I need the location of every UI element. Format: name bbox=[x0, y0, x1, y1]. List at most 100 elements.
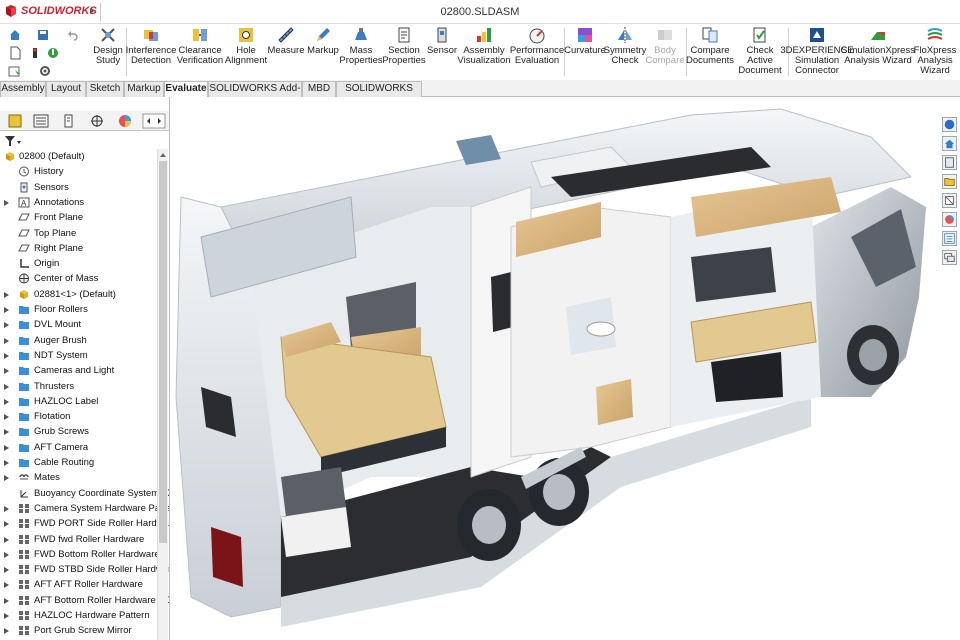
expand-arrow-icon[interactable] bbox=[4, 414, 9, 421]
tab-layout[interactable]: Layout bbox=[46, 81, 86, 97]
pattern-icon bbox=[19, 595, 29, 605]
body-compare-button[interactable]: Body Compare bbox=[645, 26, 685, 66]
symmetry-check-button[interactable]: Symmetry Check bbox=[604, 26, 646, 66]
tab-solidworks-cam[interactable]: SOLIDWORKS CAM bbox=[336, 81, 422, 108]
part-icon bbox=[20, 289, 28, 299]
pattern-icon bbox=[19, 565, 29, 575]
design-study-button[interactable]: Design Study bbox=[92, 26, 124, 66]
expand-arrow-icon[interactable] bbox=[4, 628, 9, 635]
compare-documents-button[interactable]: Compare Documents bbox=[686, 26, 734, 66]
interference-detection-button[interactable]: Interference Detection bbox=[125, 26, 177, 66]
expand-arrow-icon[interactable] bbox=[4, 291, 9, 298]
filter-row bbox=[0, 133, 169, 149]
hole-alignment-button[interactable]: Hole Alignment bbox=[225, 26, 267, 66]
featuremanager-tab-icon[interactable] bbox=[4, 113, 26, 129]
appearances-icon[interactable] bbox=[942, 212, 957, 227]
floxpress-button[interactable]: FloXpress Analysis Wizard bbox=[912, 26, 958, 76]
expand-arrow-icon[interactable] bbox=[4, 521, 9, 528]
interference-detection-label: Interference Detection bbox=[125, 45, 177, 66]
clearance-verification-button[interactable]: Clearance Verification bbox=[176, 26, 224, 66]
configurationmanager-tab-icon[interactable] bbox=[58, 113, 80, 129]
expand-arrow-icon[interactable] bbox=[4, 199, 9, 206]
measure-button[interactable]: Measure bbox=[268, 26, 304, 56]
markup-button[interactable]: Markup bbox=[306, 26, 340, 56]
save-icon[interactable] bbox=[36, 28, 50, 42]
design-study-icon bbox=[101, 28, 115, 42]
performance-evaluation-button[interactable]: Performance Evaluation bbox=[510, 26, 564, 66]
expand-arrow-icon[interactable] bbox=[4, 475, 9, 482]
solidworks-resources-icon[interactable] bbox=[942, 136, 957, 151]
tree-scrollbar[interactable] bbox=[157, 149, 168, 640]
expand-arrow-icon[interactable] bbox=[4, 352, 9, 359]
assembly-icon bbox=[6, 152, 14, 161]
annotations-icon: A bbox=[18, 197, 30, 208]
pane-tab-scroll-arrows-icon[interactable] bbox=[142, 113, 166, 129]
mass-properties-icon bbox=[355, 28, 367, 40]
expand-arrow-icon[interactable] bbox=[4, 536, 9, 543]
custom-properties-icon[interactable] bbox=[942, 231, 957, 246]
expand-arrow-icon[interactable] bbox=[4, 368, 9, 375]
expand-arrow-icon[interactable] bbox=[4, 307, 9, 313]
expand-arrow-icon[interactable] bbox=[4, 505, 9, 512]
select-icon[interactable] bbox=[8, 64, 22, 78]
compare-documents-icon bbox=[702, 27, 718, 43]
expand-arrow-icon[interactable] bbox=[4, 322, 9, 329]
solidworks-forum-icon[interactable] bbox=[942, 250, 957, 265]
expand-arrow-icon[interactable] bbox=[4, 444, 9, 451]
expand-arrow-icon[interactable] bbox=[4, 582, 9, 589]
displaymanager-tab-icon[interactable] bbox=[114, 113, 136, 129]
tab-mbd[interactable]: MBD bbox=[302, 81, 336, 97]
simulationxpress-button[interactable]: SimulationXpress Analysis Wizard bbox=[841, 26, 915, 66]
clearance-verification-label: Clearance Verification bbox=[176, 45, 224, 66]
floxpress-icon bbox=[927, 28, 943, 40]
tree-item-label: Mates bbox=[34, 472, 60, 484]
quick-access-toolbar bbox=[6, 26, 90, 80]
filter-icon[interactable] bbox=[4, 135, 22, 147]
3dexperience-icon bbox=[810, 28, 824, 42]
graphics-area[interactable] bbox=[171, 97, 960, 640]
file-explorer-icon[interactable] bbox=[942, 174, 957, 189]
tree-item-label: Port Grub Screw Mirror bbox=[34, 625, 132, 637]
propertymanager-tab-icon[interactable] bbox=[30, 113, 52, 129]
symmetry-icon bbox=[618, 27, 632, 43]
markup-label: Markup bbox=[307, 45, 339, 56]
tab-solidworks-add-ins[interactable]: SOLIDWORKS Add-Ins bbox=[208, 81, 302, 108]
expand-arrow-icon[interactable] bbox=[4, 460, 9, 466]
3dexperience-marketplace-icon[interactable] bbox=[942, 117, 957, 132]
options-gear-icon[interactable] bbox=[38, 64, 52, 78]
dimxpertmanager-tab-icon[interactable] bbox=[86, 113, 108, 129]
expand-arrow-icon[interactable] bbox=[4, 398, 9, 405]
tree-item-label: Buoyancy Coordinate System +X bbox=[34, 487, 170, 499]
mass-properties-button[interactable]: Mass Properties bbox=[339, 26, 383, 66]
expand-arrow-icon[interactable] bbox=[4, 613, 9, 619]
tab-sketch[interactable]: Sketch bbox=[86, 81, 124, 97]
tab-markup[interactable]: Markup bbox=[124, 81, 164, 97]
expand-arrow-icon[interactable] bbox=[4, 429, 9, 436]
scroll-up-arrow-icon[interactable] bbox=[159, 151, 167, 159]
sensor-button[interactable]: Sensor bbox=[427, 26, 457, 56]
view-palette-icon[interactable] bbox=[942, 193, 957, 208]
plane-icon bbox=[18, 213, 30, 221]
expand-arrow-icon[interactable] bbox=[4, 337, 9, 344]
tab-assembly[interactable]: Assembly bbox=[0, 81, 46, 97]
expand-arrow-icon[interactable] bbox=[4, 597, 9, 604]
tree-item-label: Right Plane bbox=[34, 242, 84, 254]
expand-arrow-icon[interactable] bbox=[4, 567, 9, 574]
expand-arrow-icon[interactable] bbox=[4, 551, 9, 558]
design-library-icon[interactable] bbox=[942, 155, 957, 170]
curvature-button[interactable]: Curvature bbox=[564, 26, 606, 56]
tree-scrollbar-thumb[interactable] bbox=[159, 161, 167, 543]
3dexperience-simulation-connector-button[interactable]: 3DEXPERIENCE Simulation Connector bbox=[780, 26, 854, 76]
home-icon[interactable] bbox=[8, 28, 22, 42]
check-active-document-button[interactable]: Check Active Document bbox=[734, 26, 786, 76]
tab-evaluate[interactable]: Evaluate bbox=[164, 81, 208, 98]
rebuild-icon[interactable] bbox=[46, 46, 60, 60]
expand-arrow-icon[interactable] bbox=[4, 383, 9, 390]
print-icon[interactable] bbox=[28, 46, 42, 60]
assembly-visualization-button[interactable]: Assembly Visualization bbox=[457, 26, 511, 66]
new-document-icon[interactable] bbox=[8, 46, 22, 60]
undo-icon[interactable] bbox=[66, 28, 80, 42]
section-properties-button[interactable]: Section Properties bbox=[382, 26, 426, 66]
folder-icon bbox=[19, 413, 29, 422]
simulationxpress-label: SimulationXpress Analysis Wizard bbox=[841, 45, 915, 66]
